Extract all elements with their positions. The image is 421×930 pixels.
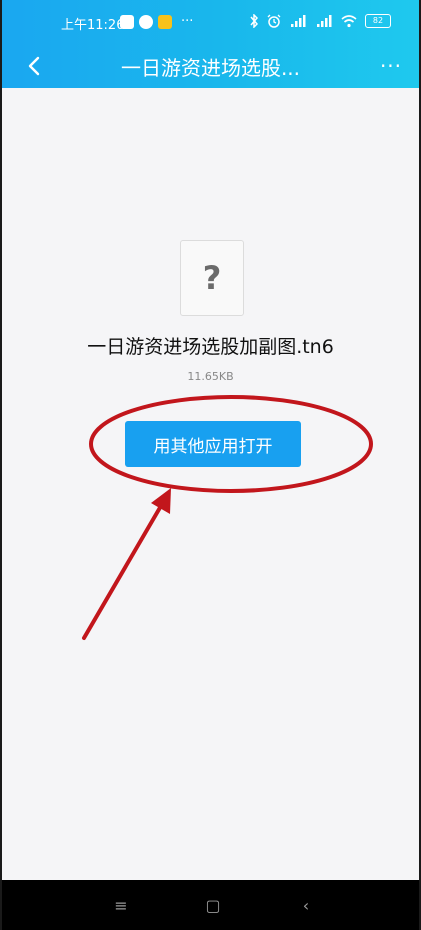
chat-notification-icon — [139, 14, 153, 29]
home-icon: ▢ — [205, 895, 221, 915]
file-name: 一日游资进场选股加副图.tn6 — [87, 336, 334, 358]
navigation-bar: 一日游资进场选股... ··· — [2, 44, 419, 88]
alarm-icon — [267, 14, 281, 28]
unknown-file-icon: ? — [180, 240, 244, 316]
app-notification-icon — [120, 14, 134, 29]
annotation-arrow-shaft — [82, 497, 167, 640]
chevron-left-icon — [28, 56, 40, 76]
system-back-button[interactable]: ‹ — [292, 892, 320, 918]
back-icon: ‹ — [302, 895, 310, 915]
wifi-icon — [341, 15, 357, 28]
page-title: 一日游资进场选股... — [120, 56, 301, 80]
open-with-other-app-label: 用其他应用打开 — [153, 436, 273, 457]
more-button[interactable]: ··· — [375, 52, 407, 80]
annotation-arrow-head — [151, 488, 171, 514]
signal-icon — [291, 15, 306, 27]
signal-icon — [317, 15, 332, 27]
question-mark-icon: ? — [202, 259, 222, 297]
more-notifications-icon: ··· — [181, 14, 194, 29]
system-menu-button[interactable]: ≡ — [107, 892, 135, 918]
open-with-other-app-button[interactable]: 用其他应用打开 — [125, 421, 301, 467]
back-button[interactable] — [20, 50, 48, 82]
notification-icons: ··· — [120, 14, 193, 29]
system-navigation-bar: ≡ ▢ ‹ — [2, 880, 419, 930]
system-home-button[interactable]: ▢ — [199, 892, 227, 918]
more-dots-icon: ··· — [379, 54, 403, 78]
app-screen: 上午11:26 ··· 82 一日游资进场选股... ··· ? 一日游资进场选… — [0, 0, 421, 930]
status-icons: 82 — [249, 14, 391, 28]
battery-icon: 82 — [365, 14, 391, 28]
app-notification-icon — [158, 14, 172, 29]
menu-icon: ≡ — [114, 895, 128, 915]
app-header: 上午11:26 ··· 82 一日游资进场选股... ··· — [2, 0, 419, 88]
bluetooth-icon — [250, 14, 259, 28]
status-time: 上午11:26 — [61, 18, 125, 33]
status-bar: 上午11:26 ··· 82 — [2, 0, 419, 44]
file-size: 11.65KB — [187, 370, 234, 383]
